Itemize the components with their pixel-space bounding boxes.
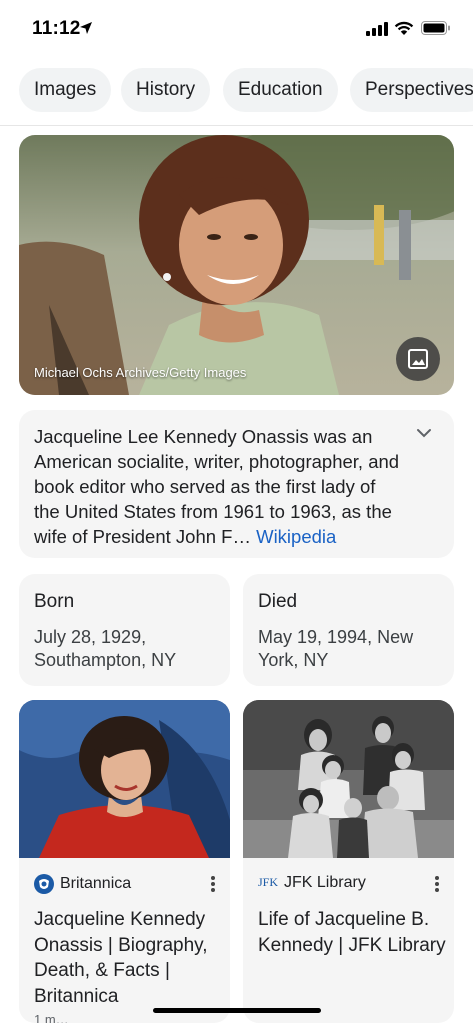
- more-vert-icon[interactable]: [434, 875, 440, 893]
- article-title[interactable]: Life of Jacqueline B. Kennedy | JFK Libr…: [258, 907, 446, 958]
- article-source: JFK JFK Library: [258, 874, 366, 892]
- born-label: Born: [34, 591, 75, 612]
- died-card[interactable]: Died May 19, 1994, New York, NY: [243, 574, 454, 686]
- location-arrow-icon: [80, 22, 92, 34]
- filter-chips: Images History Education Perspectives: [0, 68, 473, 114]
- chip-education[interactable]: Education: [223, 68, 338, 112]
- born-value: July 28, 1929, Southampton, NY: [34, 627, 177, 670]
- article-card-britannica[interactable]: Britannica Jacqueline Kennedy Onassis | …: [19, 700, 230, 1023]
- chip-perspectives[interactable]: Perspectives: [350, 68, 473, 112]
- article-card-jfk-library[interactable]: JFK JFK Library Life of Jacqueline B. Ken…: [243, 700, 454, 1023]
- image-icon: [408, 349, 428, 369]
- chevron-down-icon[interactable]: [416, 428, 432, 438]
- description-text: Jacqueline Lee Kennedy Onassis was an Am…: [34, 424, 404, 549]
- more-vert-icon[interactable]: [210, 875, 216, 893]
- born-card[interactable]: Born July 28, 1929, Southampton, NY: [19, 574, 230, 686]
- description-card[interactable]: Jacqueline Lee Kennedy Onassis was an Am…: [19, 410, 454, 558]
- article-thumbnail: [19, 700, 230, 858]
- image-credit: Michael Ochs Archives/Getty Images: [34, 365, 247, 380]
- died-value: May 19, 1994, New York, NY: [258, 627, 414, 670]
- article-source: Britannica: [34, 874, 131, 894]
- source-name: JFK Library: [284, 874, 366, 891]
- cellular-signal-icon: [366, 22, 388, 36]
- wifi-icon: [394, 21, 414, 35]
- chips-divider: [0, 125, 473, 126]
- description-body: Jacqueline Lee Kennedy Onassis was an Am…: [34, 426, 400, 547]
- article-thumbnail: [243, 700, 454, 858]
- battery-icon: [421, 21, 450, 35]
- view-image-button[interactable]: [396, 337, 440, 381]
- article-title[interactable]: Jacqueline Kennedy Onassis | Biography, …: [34, 907, 222, 1009]
- chip-images[interactable]: Images: [19, 68, 112, 112]
- article-meta: 1 m…: [34, 1012, 69, 1023]
- portrait-photo: [19, 135, 454, 395]
- hero-image[interactable]: Michael Ochs Archives/Getty Images: [19, 135, 454, 395]
- britannica-logo-icon: [34, 874, 54, 894]
- chip-history[interactable]: History: [121, 68, 211, 112]
- home-indicator[interactable]: [153, 1008, 321, 1013]
- status-bar: 11:12: [0, 0, 473, 60]
- died-label: Died: [258, 591, 298, 612]
- source-name: Britannica: [60, 875, 132, 893]
- jfk-library-logo-icon: JFK: [258, 875, 279, 890]
- wikipedia-link[interactable]: Wikipedia: [256, 526, 336, 547]
- status-time: 11:12: [32, 18, 81, 39]
